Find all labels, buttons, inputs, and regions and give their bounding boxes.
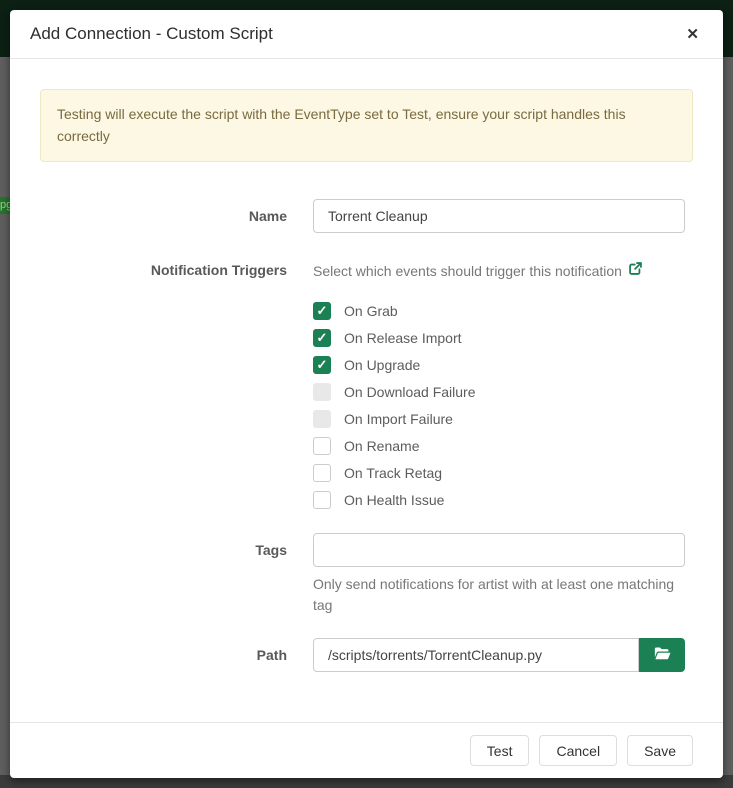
path-row: Path bbox=[40, 638, 693, 672]
modal-header: Add Connection - Custom Script ✕ bbox=[10, 10, 723, 59]
notification-triggers-row: Notification Triggers Select which event… bbox=[40, 260, 693, 513]
tags-label: Tags bbox=[40, 533, 287, 559]
trigger-option-label: On Track Retag bbox=[344, 465, 442, 481]
checkbox[interactable] bbox=[313, 437, 331, 455]
triggers-help: Select which events should trigger this … bbox=[313, 260, 685, 281]
checkbox[interactable] bbox=[313, 356, 331, 374]
modal-footer: Test Cancel Save bbox=[10, 722, 723, 778]
cancel-button[interactable]: Cancel bbox=[539, 735, 617, 766]
add-connection-modal: Add Connection - Custom Script ✕ Testing… bbox=[10, 10, 723, 778]
tags-help-text: Only send notifications for artist with … bbox=[313, 574, 685, 616]
checkbox[interactable] bbox=[313, 302, 331, 320]
test-button[interactable]: Test bbox=[470, 735, 530, 766]
name-row: Name bbox=[40, 199, 693, 233]
checkbox[interactable] bbox=[313, 491, 331, 509]
trigger-option[interactable]: On Health Issue bbox=[313, 486, 685, 513]
modal-body: Testing will execute the script with the… bbox=[10, 59, 723, 722]
checkbox[interactable] bbox=[313, 410, 331, 428]
triggers-help-text: Select which events should trigger this … bbox=[313, 261, 622, 281]
trigger-option-label: On Upgrade bbox=[344, 357, 420, 373]
testing-warning-alert: Testing will execute the script with the… bbox=[40, 89, 693, 162]
folder-open-icon bbox=[654, 646, 671, 664]
trigger-option[interactable]: On Rename bbox=[313, 432, 685, 459]
external-link-icon[interactable] bbox=[628, 261, 643, 281]
close-icon[interactable]: ✕ bbox=[682, 23, 703, 46]
notification-triggers-content: Select which events should trigger this … bbox=[313, 260, 685, 513]
trigger-option-label: On Rename bbox=[344, 438, 419, 454]
trigger-option-label: On Health Issue bbox=[344, 492, 444, 508]
background-partial-element: pg bbox=[0, 197, 10, 214]
trigger-option[interactable]: On Upgrade bbox=[313, 351, 685, 378]
trigger-option[interactable]: On Grab bbox=[313, 297, 685, 324]
trigger-option-label: On Release Import bbox=[344, 330, 462, 346]
browse-path-button[interactable] bbox=[639, 638, 685, 672]
path-input-group bbox=[313, 638, 685, 672]
tags-content: Only send notifications for artist with … bbox=[313, 533, 685, 616]
trigger-option-label: On Download Failure bbox=[344, 384, 476, 400]
trigger-option[interactable]: On Release Import bbox=[313, 324, 685, 351]
name-label: Name bbox=[40, 199, 287, 225]
checkbox[interactable] bbox=[313, 383, 331, 401]
notification-triggers-label: Notification Triggers bbox=[40, 260, 287, 279]
tags-row: Tags Only send notifications for artist … bbox=[40, 533, 693, 616]
name-input[interactable] bbox=[313, 199, 685, 233]
path-input[interactable] bbox=[313, 638, 639, 672]
modal-title: Add Connection - Custom Script bbox=[30, 24, 273, 44]
trigger-options-list: On Grab On Release Import On Upgrade On … bbox=[313, 297, 685, 513]
trigger-option-label: On Grab bbox=[344, 303, 398, 319]
tags-input[interactable] bbox=[313, 533, 685, 567]
trigger-option[interactable]: On Track Retag bbox=[313, 459, 685, 486]
checkbox[interactable] bbox=[313, 329, 331, 347]
path-label: Path bbox=[40, 638, 287, 664]
save-button[interactable]: Save bbox=[627, 735, 693, 766]
trigger-option: On Import Failure bbox=[313, 405, 685, 432]
checkbox[interactable] bbox=[313, 464, 331, 482]
trigger-option: On Download Failure bbox=[313, 378, 685, 405]
trigger-option-label: On Import Failure bbox=[344, 411, 453, 427]
